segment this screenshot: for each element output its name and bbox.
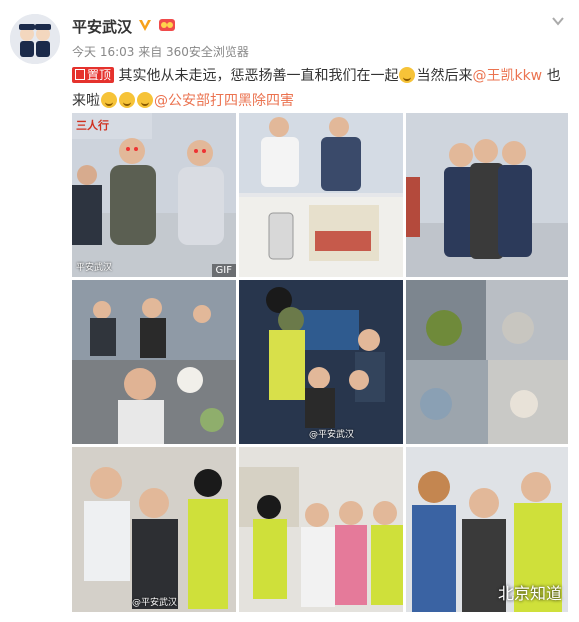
gif-tag: GIF [211,264,236,277]
verified-v-icon [137,17,153,37]
image-watermark-5: @平安武汉 [309,430,355,440]
image-thumbnail-3[interactable] [406,113,568,277]
image-thumbnail-9[interactable]: 北京知道 [406,447,568,612]
chevron-down-icon[interactable] [551,14,565,32]
mention-link-2[interactable]: @公安部打四黑除四害 [154,93,294,109]
image-thumbnail-1[interactable]: 三人行 平安武汉 GIF [72,113,236,277]
post-body: 置顶 其实他从未走远，惩恶扬善一直和我们在一起 当然后来@王凯kkw 也来啦 @公安… [72,64,572,114]
image-thumbnail-7[interactable]: @平安武汉 [72,447,236,612]
post-meta: 今天 16:03 来自 360安全浏览器 [72,45,249,59]
pin-icon [75,69,85,80]
post-text-1: 其实他从未走远，惩恶扬善一直和我们在一起 [118,68,399,84]
post-text-2: 当然后来 [416,68,473,84]
image-watermark-1: 平安武汉 [76,263,113,273]
image-thumbnail-5[interactable]: @平安武汉 [239,280,403,444]
image-grid: 三人行 平安武汉 GIF @平安武汉 @平安武汉 北京知道 [72,113,568,612]
five-emoji-icon [399,67,416,83]
image-watermark-9: 北京知道 [497,584,562,603]
author-name[interactable]: 平安武汉 [72,16,132,37]
smiley-emoji-icon [101,92,117,108]
vip-badge-icon[interactable] [158,17,176,37]
pin-text: 置顶 [87,68,112,82]
mention-link-1[interactable]: @王凯kkw [472,68,542,84]
author-avatar[interactable] [10,14,60,64]
image-thumbnail-2[interactable] [239,113,403,277]
image-thumbnail-8[interactable] [239,447,403,612]
smiley-emoji-icon [137,92,153,108]
image-caption-1: 三人行 [76,119,109,132]
image-thumbnail-6[interactable] [406,280,568,444]
smiley-emoji-icon [119,92,135,108]
image-thumbnail-4[interactable] [72,280,236,444]
pin-label: 置顶 [72,67,115,83]
image-watermark-7: @平安武汉 [132,598,178,608]
